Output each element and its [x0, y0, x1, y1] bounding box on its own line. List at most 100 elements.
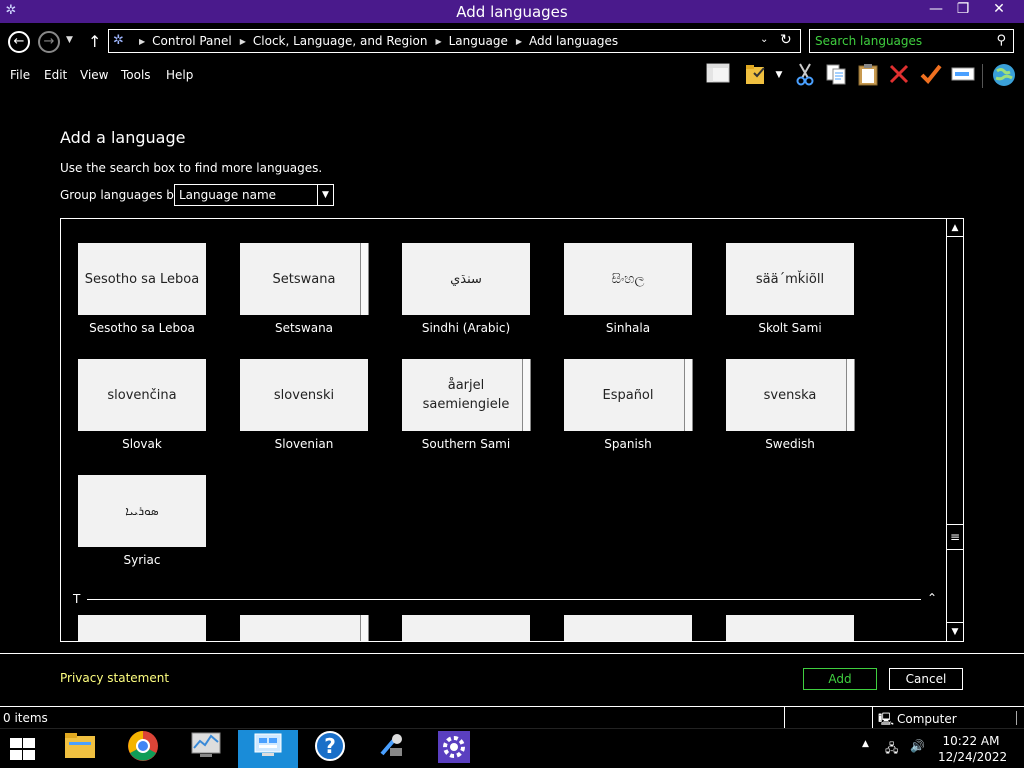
language-tile-southern-sami[interactable]: åarjel saemiengiele	[402, 359, 531, 431]
language-tile-syriac[interactable]: ܣܘܪܝܝܐ	[78, 475, 206, 547]
scroll-thumb[interactable]: ≡	[947, 524, 963, 550]
menu-tools[interactable]: Tools	[121, 68, 151, 82]
volume-icon[interactable]: 🔊	[910, 739, 925, 753]
search-box[interactable]: ⚲	[809, 29, 1014, 53]
globe-icon[interactable]	[989, 62, 1019, 90]
up-button[interactable]: ↑	[88, 32, 101, 51]
language-tile[interactable]	[726, 615, 854, 641]
maximize-button[interactable]: ❐	[950, 0, 976, 20]
breadcrumb-clock-language-region[interactable]: Clock, Language, and Region	[253, 34, 428, 48]
file-explorer-icon[interactable]	[50, 730, 110, 768]
menu-help[interactable]: Help	[166, 68, 193, 82]
minimize-button[interactable]: —	[922, 0, 950, 20]
chevron-right-icon[interactable]: ▶	[516, 37, 522, 46]
language-name: Swedish	[765, 437, 815, 451]
group-by-select[interactable]: Language name ▼	[174, 184, 334, 206]
pane-icon[interactable]	[705, 62, 731, 90]
scroll-indicator: ˇ	[636, 218, 641, 224]
refresh-button[interactable]: ↻	[780, 32, 792, 48]
network-icon[interactable]: 🖧	[885, 739, 898, 760]
copy-icon[interactable]	[823, 62, 849, 90]
language-tile[interactable]	[240, 615, 369, 641]
language-name: Setswana	[274, 321, 334, 335]
language-tile[interactable]	[402, 615, 530, 641]
page-title: Add a language	[60, 128, 186, 147]
forward-button[interactable]: →	[38, 31, 60, 53]
language-tile-slovenian[interactable]: slovenski	[240, 359, 368, 431]
back-button[interactable]: ←	[8, 31, 30, 53]
cancel-button[interactable]: Cancel	[889, 668, 963, 690]
search-input[interactable]	[815, 33, 990, 49]
checkmark-icon[interactable]	[918, 62, 944, 90]
native-name: slovenčina	[107, 387, 177, 403]
menu-file[interactable]: File	[10, 68, 30, 82]
language-tile-sindhi-arabic[interactable]: سنڌي	[402, 243, 530, 315]
language-name: Sindhi (Arabic)	[421, 321, 511, 335]
native-name: åarjel saemiengiele	[422, 378, 510, 412]
window-title: Add languages	[456, 3, 568, 21]
chevron-down-icon[interactable]: ▼	[770, 62, 788, 90]
arrow-left-icon: ←	[13, 34, 25, 49]
help-icon[interactable]: ?	[300, 730, 360, 768]
delete-icon[interactable]	[886, 62, 912, 90]
chevron-down-icon: ▼	[66, 35, 73, 45]
paste-icon[interactable]	[855, 62, 881, 90]
rename-icon[interactable]	[950, 62, 976, 90]
start-button[interactable]	[8, 737, 36, 761]
breadcrumb-control-panel[interactable]: Control Panel	[152, 34, 232, 48]
language-list[interactable]: ˇ Sesotho sa Leboa Sesotho sa Leboa Sets…	[60, 218, 964, 642]
control-panel-icon: ✲	[113, 33, 124, 48]
language-tile-slovak[interactable]: slovenčina	[78, 359, 206, 431]
folder-check-icon[interactable]	[743, 62, 769, 90]
add-button[interactable]: Add	[803, 668, 877, 690]
language-tile-swedish[interactable]: svenska	[726, 359, 855, 431]
chevron-right-icon[interactable]: ▶	[435, 37, 441, 46]
language-tile-spanish[interactable]: Español	[564, 359, 693, 431]
group-by-label: Group languages by:	[60, 188, 185, 202]
menu-edit[interactable]: Edit	[44, 68, 67, 82]
section-header-letter: T	[73, 592, 81, 606]
zone-label: Computer	[897, 712, 957, 726]
language-tile-skolt-sami[interactable]: sää´mǩiõll	[726, 243, 854, 315]
vertical-scrollbar[interactable]: ▲ ≡ ▼	[946, 219, 963, 641]
cut-icon[interactable]	[792, 62, 818, 90]
chrome-icon[interactable]	[113, 730, 173, 768]
svg-text:?: ?	[324, 734, 336, 758]
group-by-value: Language name	[179, 188, 277, 202]
tools-icon[interactable]	[362, 730, 422, 768]
control-panel-icon[interactable]	[238, 730, 298, 768]
language-tile-sesotho-sa-leboa[interactable]: Sesotho sa Leboa	[78, 243, 206, 315]
refresh-icon: ↻	[780, 32, 792, 48]
search-icon[interactable]: ⚲	[996, 33, 1006, 48]
language-tile-sinhala[interactable]: සිංහල	[564, 243, 692, 315]
language-tile[interactable]	[564, 615, 692, 641]
chevron-up-icon: ▲	[951, 223, 959, 233]
arrow-up-icon: ↑	[88, 32, 102, 51]
privacy-statement-link[interactable]: Privacy statement	[60, 671, 169, 685]
resize-grip[interactable]	[1016, 711, 1022, 725]
recent-locations-dropdown[interactable]: ▼	[66, 35, 73, 45]
scroll-up-button[interactable]: ▲	[947, 219, 963, 237]
menu-view[interactable]: View	[80, 68, 108, 82]
collapse-section-icon[interactable]: ⌃	[927, 591, 937, 605]
clock-date: 12/24/2022	[938, 750, 1008, 764]
close-button[interactable]: ✕	[976, 0, 1022, 20]
language-tile[interactable]	[78, 615, 206, 641]
scroll-down-button[interactable]: ▼	[947, 622, 963, 640]
native-name: Sesotho sa Leboa	[84, 271, 200, 287]
address-bar[interactable]: ✲ ▶ Control Panel ▶ Clock, Language, and Re…	[108, 29, 801, 53]
settings-icon[interactable]	[424, 730, 484, 768]
language-name: Spanish	[604, 437, 652, 451]
language-name: Slovenian	[274, 437, 334, 451]
chevron-right-icon[interactable]: ▶	[240, 37, 246, 46]
breadcrumb-language[interactable]: Language	[449, 34, 508, 48]
breadcrumb-add-languages[interactable]: Add languages	[529, 34, 618, 48]
address-dropdown-button[interactable]: ⌄	[760, 34, 768, 45]
show-hidden-icons-icon[interactable]: ▲	[862, 739, 869, 749]
native-name: ܣܘܪܝܝܐ	[125, 503, 159, 518]
task-manager-icon[interactable]	[176, 730, 236, 768]
chevron-down-icon[interactable]: ▼	[317, 185, 333, 205]
clock-time: 10:22 AM	[942, 734, 1000, 748]
language-tile-setswana[interactable]: Setswana	[240, 243, 369, 315]
clock[interactable]: 10:22 AM 12/24/2022	[938, 733, 1008, 765]
